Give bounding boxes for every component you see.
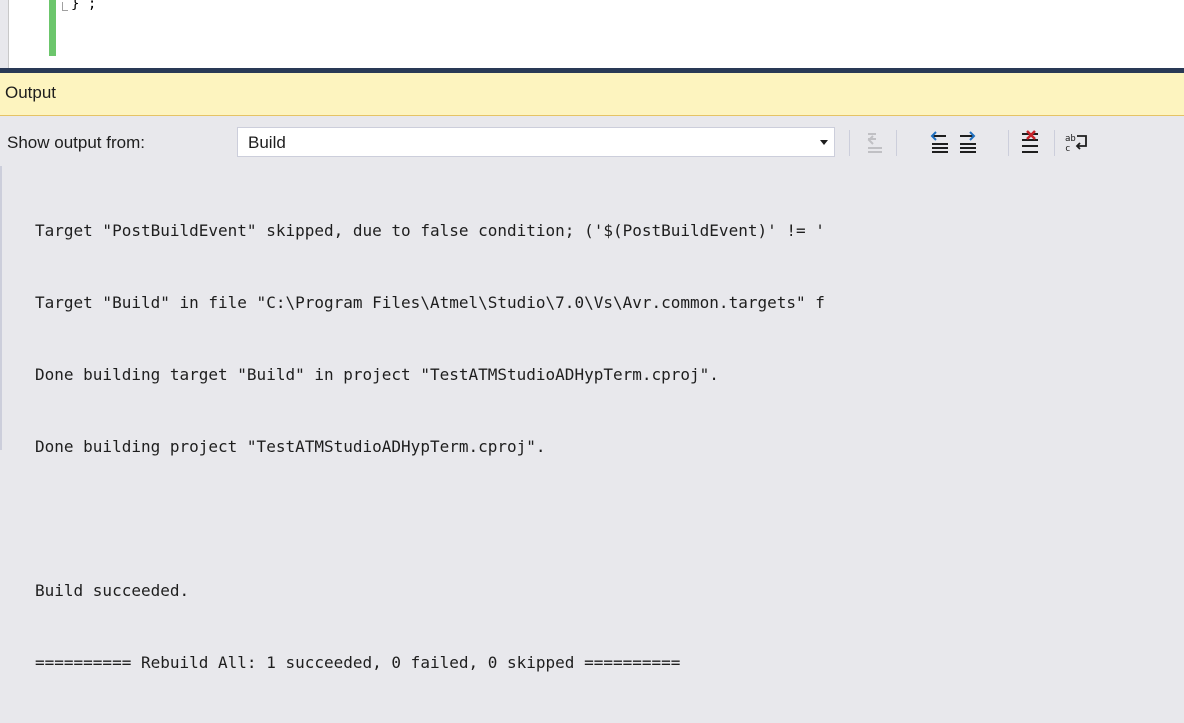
log-line: Target "Build" in file "C:\Program Files… [35, 293, 825, 312]
svg-text:c: c [1065, 144, 1070, 154]
show-output-from-label: Show output from: [7, 133, 145, 152]
chevron-down-icon[interactable] [820, 140, 828, 145]
find-next-icon[interactable] [956, 128, 982, 156]
output-source-value: Build [248, 133, 286, 152]
code-editor[interactable]: } ; [0, 0, 1184, 68]
change-tracking-bar [49, 0, 56, 56]
goto-previous-message-icon[interactable] [862, 128, 888, 156]
outline-fold-end-icon [62, 2, 68, 11]
build-log: Target "PostBuildEvent" skipped, due to … [35, 171, 825, 723]
log-line: Target "PostBuildEvent" skipped, due to … [35, 221, 825, 240]
toolbar-separator [849, 130, 850, 156]
output-toolbar: Show output from: Build ab c [0, 116, 1184, 166]
toolbar-separator [1008, 130, 1009, 156]
toolbar-separator [896, 130, 897, 156]
log-line: Build succeeded. [35, 581, 190, 600]
log-line: Done building project "TestATMStudioADHy… [35, 437, 546, 456]
log-line: ========== Rebuild All: 1 succeeded, 0 f… [35, 653, 681, 672]
output-text-area[interactable]: Target "PostBuildEvent" skipped, due to … [0, 166, 1184, 672]
output-title: Output [5, 83, 57, 102]
output-left-border [0, 166, 2, 450]
toggle-word-wrap-icon[interactable]: ab c [1062, 128, 1088, 156]
output-titlebar[interactable]: Output [0, 73, 1184, 116]
clear-all-icon[interactable] [1018, 128, 1044, 156]
svg-text:ab: ab [1065, 134, 1076, 144]
log-line: Done building target "Build" in project … [35, 365, 719, 384]
output-source-dropdown[interactable]: Build [237, 127, 835, 157]
editor-margin-divider [8, 0, 9, 68]
code-line[interactable]: } ; [71, 0, 96, 12]
editor-margin [0, 0, 8, 68]
toolbar-separator [1054, 130, 1055, 156]
find-previous-icon[interactable] [928, 128, 954, 156]
